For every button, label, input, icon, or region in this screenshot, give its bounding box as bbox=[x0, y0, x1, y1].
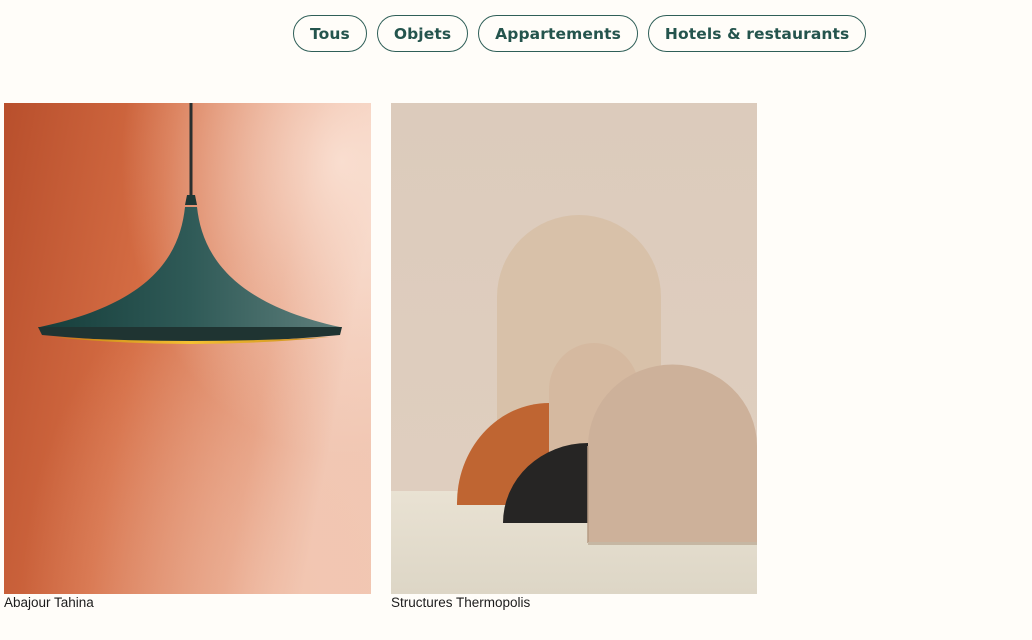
card-caption[interactable]: Abajour Tahina bbox=[4, 595, 371, 611]
structures-image[interactable] bbox=[391, 103, 757, 594]
filter-appartements-button[interactable]: Appartements bbox=[478, 15, 638, 52]
project-card-abajour[interactable]: Abajour Tahina bbox=[4, 103, 371, 611]
project-card-thermopolis[interactable]: Structures Thermopolis bbox=[391, 103, 757, 611]
filter-tous-button[interactable]: Tous bbox=[293, 15, 367, 52]
filter-objets-button[interactable]: Objets bbox=[376, 15, 469, 52]
filter-hotels-restaurants-button[interactable]: Hotels & restaurants bbox=[647, 15, 867, 52]
lamp-image[interactable] bbox=[4, 103, 371, 594]
filter-bar: Tous Objets Appartements Hotels & restau… bbox=[293, 15, 867, 52]
card-caption[interactable]: Structures Thermopolis bbox=[391, 595, 757, 611]
